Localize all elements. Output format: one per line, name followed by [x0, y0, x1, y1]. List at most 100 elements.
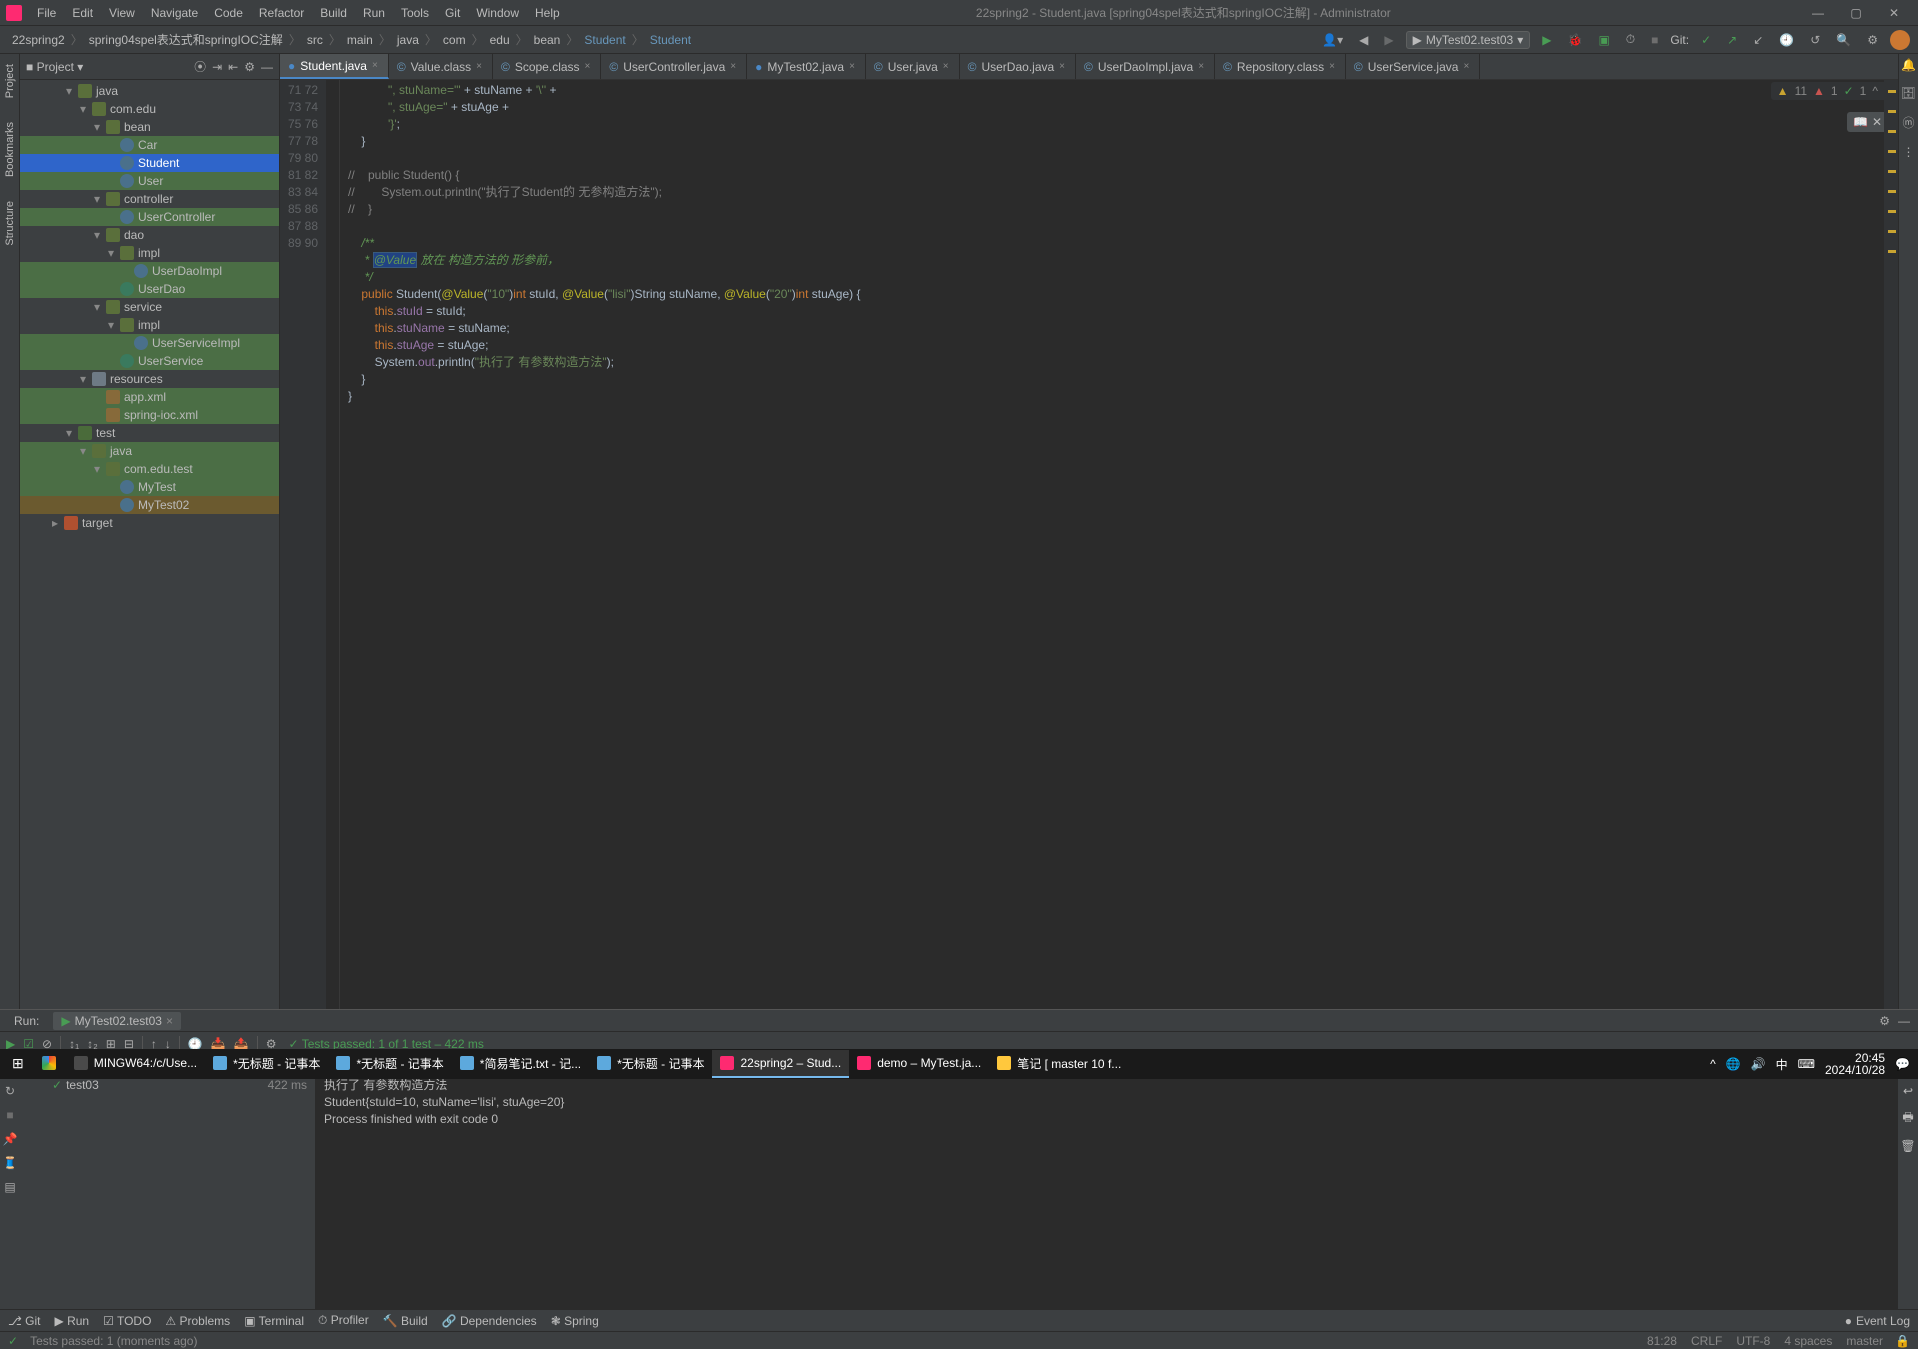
error-stripe[interactable]	[1884, 80, 1898, 1009]
stop-icon[interactable]: ■	[1647, 31, 1662, 49]
crumb[interactable]: com	[439, 32, 470, 48]
tree-item[interactable]: ▾impl	[20, 244, 279, 262]
crumb[interactable]: spring04spel表达式和springIOC注解	[85, 30, 287, 49]
editor-tab[interactable]: ●MyTest02.java×	[747, 54, 866, 79]
debug-icon[interactable]: 🐞	[1563, 31, 1586, 49]
bottom-git[interactable]: ⎇ Git	[8, 1313, 41, 1328]
menu-run[interactable]: Run	[356, 4, 392, 22]
user-icon[interactable]: 👤▾	[1318, 31, 1347, 49]
profile-icon[interactable]: ⏱	[1622, 30, 1639, 49]
task-item[interactable]: *无标题 - 记事本	[328, 1050, 451, 1078]
gear-icon[interactable]: ⚙	[244, 60, 255, 74]
stop-run-icon[interactable]: ■	[6, 1108, 13, 1122]
tree-item[interactable]: ▾bean	[20, 118, 279, 136]
tree-item[interactable]: ▸target	[20, 514, 279, 532]
crumb[interactable]: Student	[646, 32, 695, 48]
git-update-icon[interactable]: ✓	[1697, 31, 1715, 49]
layout-icon[interactable]: ▤	[4, 1180, 15, 1194]
task-item[interactable]: *简易笔记.txt - 记...	[452, 1050, 589, 1078]
crumb[interactable]: 22spring2	[8, 32, 69, 48]
tree-item[interactable]: ▾dao	[20, 226, 279, 244]
editor-tab[interactable]: ©UserController.java×	[601, 54, 747, 79]
status-item[interactable]: master	[1846, 1334, 1883, 1348]
menu-navigate[interactable]: Navigate	[144, 4, 205, 22]
crumb[interactable]: Student	[580, 32, 629, 48]
run-settings-icon[interactable]: ⚙	[1879, 1014, 1890, 1028]
editor-tab[interactable]: ©Value.class×	[389, 54, 493, 79]
nav-fwd-icon[interactable]: ▶	[1380, 31, 1397, 49]
test-tree[interactable]: ▾✓MyTest02 (com.edu.test)422 ms✓test0342…	[20, 1056, 316, 1309]
tree-item[interactable]: User	[20, 172, 279, 190]
menu-git[interactable]: Git	[438, 4, 467, 22]
tray-net-icon[interactable]: 🌐	[1726, 1057, 1741, 1071]
structure-tool-button[interactable]: Structure	[2, 195, 18, 252]
prev-highlight-icon[interactable]: ^	[1872, 84, 1878, 98]
tree-item[interactable]: ▾service	[20, 298, 279, 316]
search-icon[interactable]: 🔍	[1832, 31, 1855, 49]
editor-tab[interactable]: ©User.java×	[866, 54, 960, 79]
task-item[interactable]: 笔记 [ master 10 f...	[989, 1050, 1129, 1078]
nav-back-icon[interactable]: ◀	[1355, 31, 1372, 49]
code-body[interactable]: ", stuName='" + stuName + '\'' + ", stuA…	[340, 80, 1884, 1009]
git-push-icon[interactable]: ↗	[1723, 31, 1741, 49]
bottom-run[interactable]: ▶ Run	[55, 1313, 90, 1328]
menu-build[interactable]: Build	[313, 4, 354, 22]
tray-kb-icon[interactable]: ⌨	[1798, 1057, 1815, 1071]
bottom-dependencies[interactable]: 🔗 Dependencies	[442, 1313, 537, 1328]
project-view-label[interactable]: ■ Project ▾	[26, 60, 83, 74]
task-item[interactable]: MINGW64:/c/Use...	[66, 1050, 205, 1078]
project-tool-button[interactable]: Project	[2, 58, 18, 104]
settings-icon[interactable]: ⚙	[1863, 31, 1882, 49]
run-tab[interactable]: ▶MyTest02.test03×	[53, 1012, 181, 1030]
tree-item[interactable]: MyTest02	[20, 496, 279, 514]
more-tool-icon[interactable]: ⋮	[1903, 145, 1915, 159]
tree-item[interactable]: Car	[20, 136, 279, 154]
bottom-todo[interactable]: ☑ TODO	[103, 1313, 151, 1328]
tray-notif-icon[interactable]: 💬	[1895, 1057, 1910, 1071]
tree-item[interactable]: MyTest	[20, 478, 279, 496]
menu-help[interactable]: Help	[528, 4, 567, 22]
close-widget-icon[interactable]: ✕	[1872, 115, 1882, 129]
collapse-icon[interactable]: ⇤	[228, 60, 238, 74]
bottom-terminal[interactable]: ▣ Terminal	[244, 1313, 304, 1328]
bottom-profiler[interactable]: ⏱ Profiler	[318, 1313, 369, 1328]
task-item[interactable]: demo – MyTest.ja...	[849, 1050, 989, 1078]
tree-item[interactable]: ▾resources	[20, 370, 279, 388]
tree-item[interactable]: UserDao	[20, 280, 279, 298]
task-item[interactable]: 22spring2 – Stud...	[712, 1050, 849, 1078]
code-editor[interactable]: 71 72 73 74 75 76 77 78 79 80 81 82 83 8…	[280, 80, 1898, 1009]
tree-item[interactable]: ▾com.edu	[20, 100, 279, 118]
tray-chevron-icon[interactable]: ^	[1710, 1057, 1716, 1071]
menu-view[interactable]: View	[102, 4, 142, 22]
close-icon[interactable]: ✕	[1876, 2, 1912, 24]
crumb[interactable]: bean	[530, 32, 565, 48]
status-item[interactable]: 81:28	[1647, 1334, 1677, 1348]
tree-item[interactable]: UserDaoImpl	[20, 262, 279, 280]
editor-tab[interactable]: ●Student.java×	[280, 54, 389, 79]
run-hide-icon[interactable]: —	[1898, 1014, 1910, 1028]
bottom-build[interactable]: 🔨 Build	[383, 1313, 428, 1328]
editor-tab[interactable]: ©UserDaoImpl.java×	[1076, 54, 1215, 79]
start-button[interactable]: ⊞	[4, 1050, 32, 1078]
avatar-icon[interactable]	[1890, 30, 1910, 50]
run-icon[interactable]: ▶	[1538, 31, 1555, 49]
editor-tab[interactable]: ©UserDao.java×	[960, 54, 1076, 79]
run-config-selector[interactable]: ▶ MyTest02.test03 ▾	[1406, 31, 1531, 49]
tree-item[interactable]: Student	[20, 154, 279, 172]
soft-wrap-icon[interactable]: ↩	[1903, 1084, 1913, 1098]
editor-tab[interactable]: ©Scope.class×	[493, 54, 601, 79]
editor-tab[interactable]: ©Repository.class×	[1215, 54, 1346, 79]
project-tree[interactable]: ▾java▾com.edu▾beanCarStudentUser▾control…	[20, 80, 279, 1009]
dump-icon[interactable]: 🧵	[3, 1156, 18, 1170]
chrome-task[interactable]	[34, 1050, 64, 1078]
bottom-problems[interactable]: ⚠ Problems	[165, 1313, 230, 1328]
maximize-icon[interactable]: ▢	[1838, 2, 1874, 24]
task-item[interactable]: *无标题 - 记事本	[589, 1050, 712, 1078]
tree-item[interactable]: ▾com.edu.test	[20, 460, 279, 478]
inspection-widget[interactable]: ▲11 ▲1 ✓1 ^ v	[1771, 82, 1896, 100]
coverage-icon[interactable]: ▣	[1594, 31, 1613, 49]
pin-icon[interactable]: 📌	[3, 1132, 18, 1146]
minimize-icon[interactable]: —	[1800, 2, 1836, 24]
menu-edit[interactable]: Edit	[65, 4, 100, 22]
git-rollback-icon[interactable]: ↺	[1806, 31, 1824, 49]
